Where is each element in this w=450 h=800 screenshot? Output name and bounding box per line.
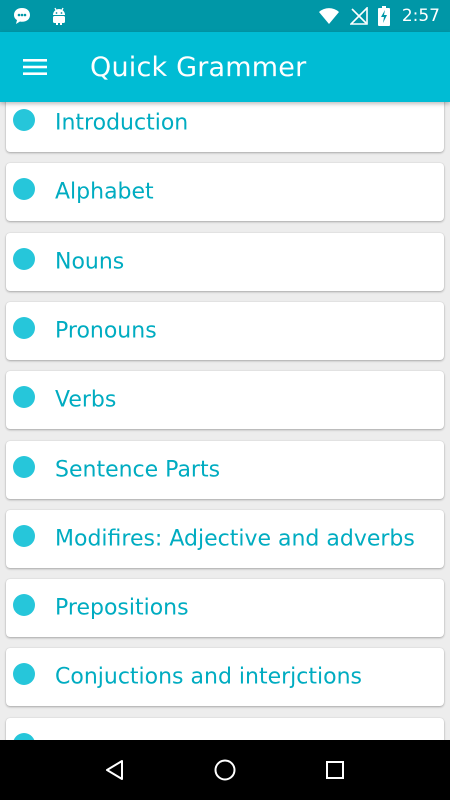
wifi-icon <box>318 7 340 25</box>
topic-item[interactable]: Nouns <box>6 232 444 291</box>
topic-list[interactable]: Introduction Alphabet Nouns Pronouns Verbs Se… <box>0 102 450 740</box>
recents-icon[interactable] <box>315 750 355 790</box>
bullet-dot-icon <box>13 386 35 409</box>
topic-item[interactable]: Sentence Parts <box>6 440 444 499</box>
bullet-dot-icon <box>13 455 35 478</box>
bullet-dot-icon <box>13 663 35 686</box>
topic-item[interactable]: Alphabet <box>6 163 444 222</box>
back-icon[interactable] <box>95 750 135 790</box>
navigation-bar <box>0 740 450 800</box>
topic-item[interactable]: Prepositions <box>6 579 444 638</box>
topic-item-label: Pronouns <box>55 318 157 344</box>
bullet-dot-icon <box>13 594 35 617</box>
bullet-dot-icon <box>13 247 35 270</box>
topic-item[interactable]: Conjuctions and interjctions <box>6 648 444 707</box>
topic-item[interactable]: Introduction <box>6 102 444 152</box>
status-time: 2:57 <box>401 6 440 26</box>
app-bar: Quick Grammer <box>0 32 450 102</box>
chat-notification-icon <box>12 6 32 26</box>
bullet-dot-icon <box>13 109 35 131</box>
topic-item-label: Sentence Parts <box>55 457 221 482</box>
topic-item-label: Alphabet <box>55 179 154 205</box>
topic-item[interactable]: Verbs <box>6 371 444 430</box>
home-icon[interactable] <box>205 750 245 790</box>
topic-item[interactable]: Pronouns <box>6 301 444 360</box>
topic-item-label: Introduction <box>55 110 189 136</box>
bullet-dot-icon <box>13 178 35 201</box>
status-system-icons: 2:57 <box>318 6 440 26</box>
battery-charging-icon <box>377 6 390 26</box>
bullet-dot-icon <box>13 732 35 740</box>
topic-item[interactable] <box>6 717 444 740</box>
no-signal-icon <box>349 7 368 25</box>
bullet-dot-icon <box>13 524 35 547</box>
android-icon <box>50 6 68 26</box>
topic-item-label: Nouns <box>55 249 125 275</box>
hamburger-menu-icon[interactable] <box>0 32 70 102</box>
topic-item-label: Modifires: Adjective and adverbs <box>55 526 415 552</box>
topic-item-label: Prepositions <box>55 595 189 621</box>
status-bar: 2:57 <box>0 0 450 32</box>
topic-item[interactable]: Modifires: Adjective and adverbs <box>6 509 444 568</box>
bullet-dot-icon <box>13 316 35 339</box>
topic-item-label: Conjuctions and interjctions <box>55 664 362 690</box>
status-notifications <box>12 6 68 26</box>
app-title: Quick Grammer <box>90 51 307 83</box>
topic-item-label: Verbs <box>55 387 117 413</box>
